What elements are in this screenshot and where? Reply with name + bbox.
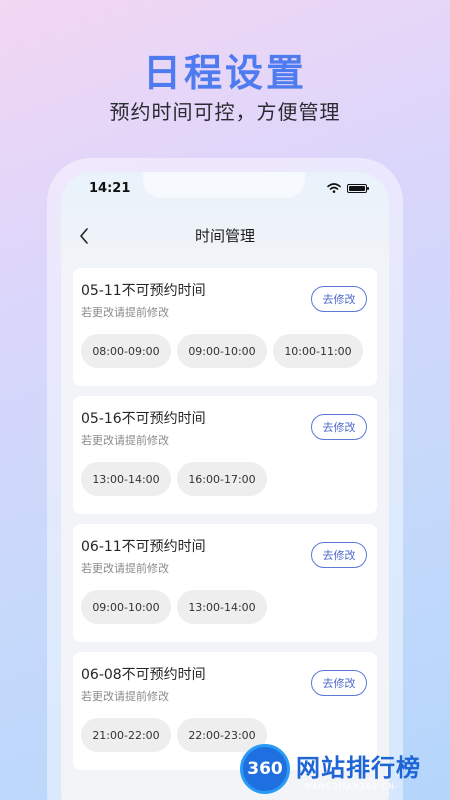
promo-subline: 预约时间可控，方便管理 [109, 100, 341, 124]
unavailable-time-card: 05-11不可预约时间 若更改请提前修改 去修改 08:00-09:00 09:… [73, 268, 377, 386]
time-slots: 13:00-14:00 16:00-17:00 [81, 462, 367, 496]
time-slots: 09:00-10:00 13:00-14:00 [81, 590, 367, 624]
watermark-url: -WANGZHAN360.CN- [300, 782, 399, 791]
status-time: 14:21 [89, 181, 131, 196]
edit-button[interactable]: 去修改 [311, 670, 367, 696]
edit-button[interactable]: 去修改 [311, 286, 367, 312]
nav-bar: 时间管理 [61, 222, 389, 248]
phone-notch [143, 172, 305, 198]
time-slot[interactable]: 13:00-14:00 [177, 590, 267, 624]
time-slot[interactable]: 09:00-10:00 [81, 590, 171, 624]
time-slot[interactable]: 16:00-17:00 [177, 462, 267, 496]
time-slot[interactable]: 09:00-10:00 [177, 334, 267, 368]
watermark-text: 网站排行榜 [296, 754, 421, 782]
unavailable-time-card: 06-11不可预约时间 若更改请提前修改 去修改 09:00-10:00 13:… [73, 524, 377, 642]
edit-button[interactable]: 去修改 [311, 414, 367, 440]
phone-screen: 14:21 时间管理 05-11不可预约时间 若更改请提前修改 去修改 08:0… [61, 172, 389, 800]
phone-frame: 14:21 时间管理 05-11不可预约时间 若更改请提前修改 去修改 08:0… [47, 158, 403, 800]
time-slot[interactable]: 10:00-11:00 [273, 334, 363, 368]
time-slot[interactable]: 21:00-22:00 [81, 718, 171, 752]
wifi-icon [327, 183, 341, 193]
page-title: 时间管理 [194, 227, 255, 245]
edit-button[interactable]: 去修改 [311, 542, 367, 568]
time-slots: 08:00-09:00 09:00-10:00 10:00-11:00 [81, 334, 367, 368]
unavailable-time-card: 05-16不可预约时间 若更改请提前修改 去修改 13:00-14:00 16:… [73, 396, 377, 514]
time-slot[interactable]: 13:00-14:00 [81, 462, 171, 496]
promo-headline: 日程设置 [142, 51, 307, 95]
watermark-360-icon: 360 [240, 744, 290, 794]
watermark-logo: 360 网站排行榜 -WANGZHAN360.CN- [236, 738, 450, 800]
status-icons [327, 183, 369, 193]
battery-icon [347, 183, 369, 193]
time-slot[interactable]: 08:00-09:00 [81, 334, 171, 368]
